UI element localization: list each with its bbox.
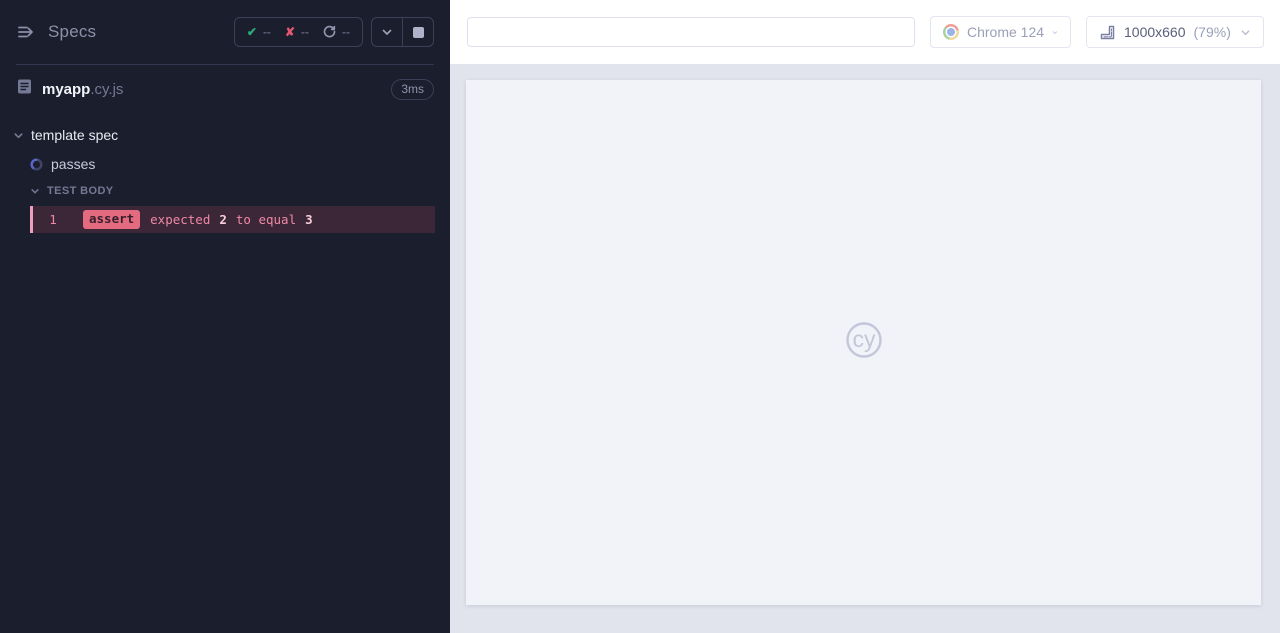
cypress-logo-text: cy bbox=[852, 326, 876, 352]
spec-name: myapp bbox=[42, 81, 90, 98]
chevron-down-icon bbox=[1052, 27, 1058, 38]
assert-message-pre: expected bbox=[150, 212, 210, 227]
ruler-icon bbox=[1099, 24, 1116, 41]
spec-file-row[interactable]: myapp.cy.js 3ms bbox=[0, 65, 450, 113]
test-row-passes[interactable]: passes bbox=[0, 149, 450, 179]
assert-message-mid: to equal bbox=[236, 212, 296, 227]
chevron-down-icon bbox=[13, 130, 24, 141]
test-tree: template spec passes TEST BODY 1 assert bbox=[0, 113, 450, 233]
chevron-down-icon bbox=[1240, 27, 1251, 38]
topbar: Chrome 124 1000x660 (79%) bbox=[450, 0, 1280, 64]
cypress-logo: cy bbox=[838, 316, 890, 370]
run-controls-group bbox=[371, 17, 434, 47]
chevron-down-icon bbox=[30, 186, 40, 196]
suite-row-template-spec[interactable]: template spec bbox=[0, 121, 450, 149]
test-stats-group: ✔ -- ✘ -- -- bbox=[234, 17, 363, 47]
refresh-icon bbox=[323, 25, 336, 40]
stat-passed-count: -- bbox=[263, 25, 271, 39]
chrome-browser-icon bbox=[943, 24, 959, 40]
browser-label: Chrome 124 bbox=[967, 24, 1044, 40]
stop-button[interactable] bbox=[403, 18, 433, 46]
chevron-down-icon bbox=[381, 26, 393, 38]
url-input[interactable] bbox=[467, 17, 915, 47]
assert-message: expected 2 to equal 3 bbox=[150, 212, 313, 227]
reporter-sidebar: Specs ✔ -- ✘ -- -- bbox=[0, 0, 450, 633]
assert-actual-value: 2 bbox=[219, 212, 227, 227]
command-line-number: 1 bbox=[43, 212, 63, 227]
stat-failed: ✘ -- bbox=[285, 25, 309, 39]
test-running-spinner-icon bbox=[30, 158, 43, 171]
browser-select-button[interactable]: Chrome 124 bbox=[930, 16, 1071, 48]
viewport-scale-label: (79%) bbox=[1194, 24, 1231, 40]
collapse-all-button[interactable] bbox=[372, 18, 402, 46]
x-icon: ✘ bbox=[285, 26, 295, 38]
specs-title: Specs bbox=[48, 22, 96, 42]
viewport-size-button[interactable]: 1000x660 (79%) bbox=[1086, 16, 1264, 48]
specs-list-toggle-icon[interactable] bbox=[16, 21, 38, 43]
aut-iframe-panel: cy bbox=[466, 80, 1261, 605]
command-log-assert-row[interactable]: 1 assert expected 2 to equal 3 bbox=[30, 206, 435, 233]
section-label: TEST BODY bbox=[47, 185, 114, 197]
spec-file-icon bbox=[16, 78, 33, 100]
stat-passed: ✔ -- bbox=[247, 25, 271, 39]
assert-expected-value: 3 bbox=[305, 212, 313, 227]
check-icon: ✔ bbox=[247, 26, 257, 38]
assert-command-badge: assert bbox=[83, 210, 140, 229]
section-row-test-body[interactable]: TEST BODY bbox=[0, 179, 450, 203]
stat-pending-count: -- bbox=[342, 25, 350, 39]
spec-extension: .cy.js bbox=[90, 81, 123, 98]
reporter-header: Specs ✔ -- ✘ -- -- bbox=[0, 0, 450, 64]
aut-preview-wrap: cy bbox=[450, 64, 1280, 633]
stat-pending: -- bbox=[323, 25, 350, 40]
viewport-size-label: 1000x660 bbox=[1124, 24, 1186, 40]
stop-icon bbox=[413, 27, 424, 38]
test-label: passes bbox=[51, 156, 95, 172]
spec-duration-badge: 3ms bbox=[391, 79, 434, 100]
suite-label: template spec bbox=[31, 127, 118, 143]
main-area: Chrome 124 1000x660 (79%) cy bbox=[450, 0, 1280, 633]
stat-failed-count: -- bbox=[301, 25, 309, 39]
